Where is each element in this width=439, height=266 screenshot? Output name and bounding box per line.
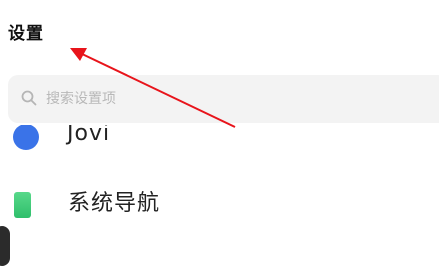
search-icon bbox=[21, 90, 37, 106]
list-item-label: 系统导航 bbox=[68, 191, 161, 216]
search-input[interactable] bbox=[46, 87, 346, 111]
search-container bbox=[5, 73, 439, 125]
system-navigation-icon bbox=[14, 192, 31, 218]
list-item-system-navigation[interactable]: 系统导航 bbox=[0, 182, 439, 230]
floating-handle[interactable] bbox=[0, 226, 10, 266]
page-title: 设置 bbox=[8, 24, 44, 44]
jovi-icon bbox=[13, 124, 39, 150]
search-bar[interactable] bbox=[8, 75, 439, 123]
